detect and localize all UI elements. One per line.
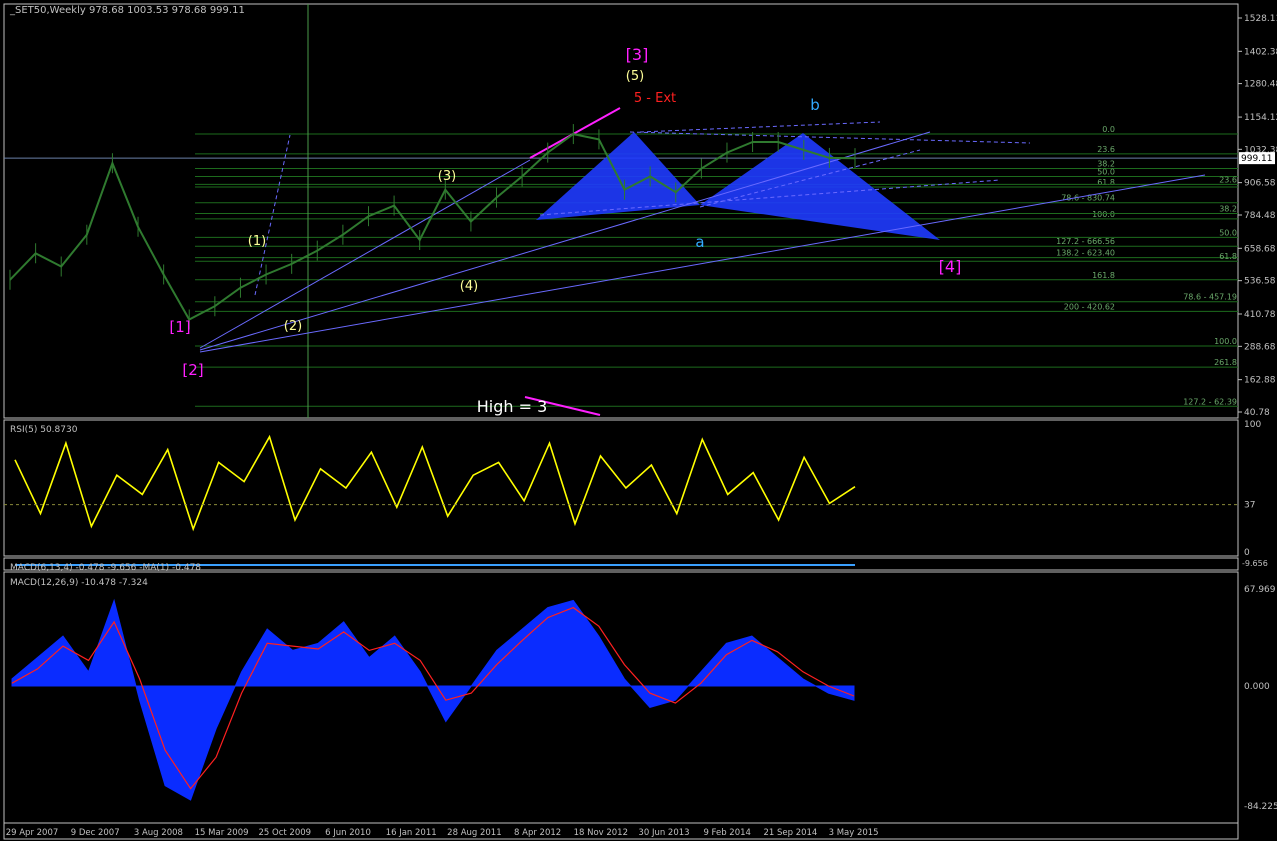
y-tick-label: 1154.12 [1244,113,1277,123]
y-tick-label: 784.48 [1244,211,1276,221]
chart-canvas: 0.023.638.250.061.878.6 - 830.74100.0127… [3,3,1277,840]
current-price-label: 999.11 [1241,154,1273,164]
x-tick-label: 18 Nov 2012 [574,828,628,838]
fib-level-label: 61.8 [1097,178,1115,187]
fib-level-label: 0.0 [1102,125,1115,134]
wave-label: a [695,233,704,251]
wave-label: (4) [460,279,478,294]
wave-label: (1) [248,234,266,249]
x-tick-label: 30 Jun 2013 [638,828,689,838]
fib-level-label: 200 - 420.62 [1064,302,1115,311]
fib-level-label: 23.6 [1097,145,1115,154]
wave-label: [4] [939,257,962,276]
rsi-tick-label: 37 [1244,501,1255,511]
macd-tick-label: 0.000 [1244,682,1270,692]
macd-tick-label: -84.225 [1244,802,1277,812]
macd-small-right-label: -9.656 [1242,559,1268,568]
price-series [9,124,856,330]
rsi-tick-label: 100 [1244,420,1261,430]
fib-level-label: 138.2 - 623.40 [1056,249,1115,258]
x-tick-label: 29 Apr 2007 [6,828,59,838]
fib-level-label: 100.0 [1092,210,1115,219]
y-tick-label: 40.78 [1244,408,1270,418]
x-tick-label: 16 Jan 2011 [386,828,437,838]
wave-label: b [810,96,820,114]
y-tick-label: 410.78 [1244,310,1276,320]
wave-label: (3) [438,169,456,184]
fib-level-label-2: 38.2 [1219,205,1237,214]
fib-level-label-2: 50.0 [1219,228,1237,237]
magenta-arrow [529,107,621,159]
x-tick-label: 6 Jun 2010 [325,828,371,838]
x-tick-label: 21 Sep 2014 [763,828,817,838]
x-tick-label: 25 Oct 2009 [259,828,312,838]
fib-level-label-2: 78.6 - 457.19 [1183,293,1237,302]
y-tick-label: 1402.38 [1244,47,1277,57]
price-line-series [9,133,856,321]
rsi-line [14,434,856,532]
x-tick-label: 9 Feb 2014 [703,828,751,838]
wave-label: (5) [626,69,644,84]
fib-level-label-2: 127.2 - 62.39 [1183,397,1237,406]
panel-frame [3,419,1239,557]
rsi-title: RSI(5) 50.8730 [10,425,78,435]
wave-label: [1] [169,318,190,336]
macd-signal-line [11,606,855,790]
trend-line [639,121,881,133]
x-tick-label: 9 Dec 2007 [71,828,120,838]
y-tick-label: 658.68 [1244,244,1276,254]
fib-level-label: 50.0 [1097,167,1115,176]
y-tick-label: 288.68 [1244,342,1276,352]
macd-small-title: MACD(6,13,4) -0.478 -9.656 -MA(1) -0.478 [10,563,201,573]
y-tick-label: 536.58 [1244,277,1276,287]
y-tick-label: 1528.11 [1244,14,1277,24]
fib-level-label-2: 100.0 [1214,337,1237,346]
fib-level-label-2: 23.6 [1219,175,1237,184]
y-tick-label: 1280.48 [1244,80,1277,90]
x-tick-label: 15 Mar 2009 [195,828,249,838]
fib-level-label-2: 61.8 [1219,252,1237,261]
wave-label: [3] [626,45,649,64]
wave-label: High = 3 [477,397,548,416]
y-tick-label: 906.58 [1244,179,1276,189]
macd-histogram [11,598,855,801]
chart-title: _SET50,Weekly 978.68 1003.53 978.68 999.… [9,5,245,16]
wave-labels: [3] (5) 5 - Ext b a [4] [1] [2] (1) (2) (3) (4) High… [169,45,961,416]
wave-label: [2] [182,361,203,379]
wave-label: (2) [284,319,302,334]
trend-line [199,131,931,351]
fib-level-label: 161.8 [1092,271,1115,280]
trend-line [199,174,1206,353]
x-tick-label: 28 Aug 2011 [447,828,501,838]
trend-line [199,159,531,349]
indicators: 100 37 0-9.656 67.969 0.000 -84.225 [4,420,1277,812]
x-tick-label: 3 Aug 2008 [134,828,183,838]
y-tick-label: 162.88 [1244,376,1276,386]
rsi-tick-label: 0 [1244,548,1250,558]
macd-title: MACD(12,26,9) -10.478 -7.324 [10,578,148,588]
x-tick-label: 3 May 2015 [829,828,879,838]
fib-level-label-2: 261.8 [1214,358,1237,367]
fib-level-label: 127.2 - 666.56 [1056,237,1115,246]
x-tick-label: 8 Apr 2012 [514,828,561,838]
wave-label: 5 - Ext [634,91,676,106]
macd-tick-label: 67.969 [1244,585,1276,595]
